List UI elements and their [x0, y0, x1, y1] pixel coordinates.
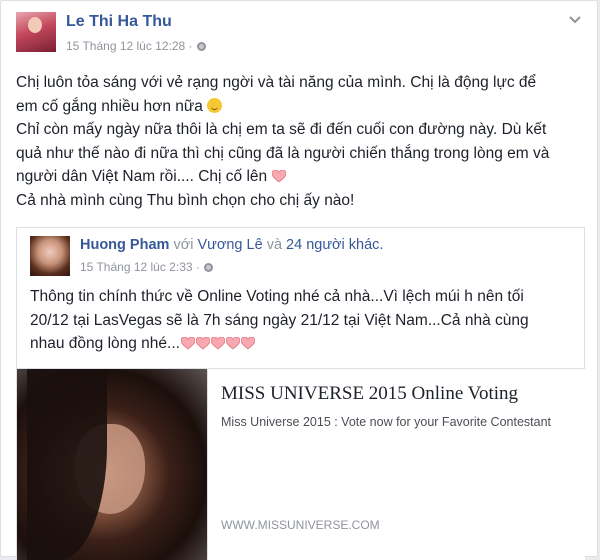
link-title[interactable]: MISS UNIVERSE 2015 Online Voting [221, 383, 518, 405]
with-word: với [173, 237, 194, 253]
others-link[interactable]: 24 người khác. [286, 237, 383, 253]
tagged-person-link[interactable]: Vương Lê [197, 237, 262, 253]
post-line: quả như thế nào đi nữa thì chị cũng đã l… [16, 144, 550, 162]
feed-post: Le Thi Ha Thu 15 Tháng 12 lúc 12:28 · Ch… [0, 0, 598, 560]
shared-timestamp[interactable]: 15 Tháng 12 lúc 2:33 · [80, 260, 213, 274]
author-name[interactable]: Le Thi Ha Thu [66, 13, 172, 31]
post-line: Cả nhà mình cùng Thu bình chọn cho chị ấ… [16, 191, 355, 209]
shared-line: nhau đồng lòng nhé... [30, 332, 575, 356]
chevron-down-icon[interactable] [569, 15, 583, 25]
author-avatar[interactable] [16, 12, 56, 52]
post-timestamp[interactable]: 15 Tháng 12 lúc 12:28 · [66, 39, 206, 53]
heart-emoji-icon [225, 337, 240, 350]
shared-author-name[interactable]: Huong Pham [80, 237, 169, 253]
heart-emoji-icon [210, 337, 225, 350]
post-body: Chị luôn tỏa sáng với vẻ rạng ngời và tà… [16, 71, 586, 212]
post-line: em cố gắng nhiều hơn nữa [16, 95, 586, 119]
link-preview-card[interactable]: MISS UNIVERSE 2015 Online Voting Miss Un… [17, 368, 585, 560]
heart-emoji-icon [272, 170, 287, 183]
hearts-emoji-row [180, 335, 255, 352]
timestamp-text[interactable]: 15 Tháng 12 lúc 12:28 · [66, 39, 193, 53]
shared-timestamp-text[interactable]: 15 Tháng 12 lúc 2:33 · [80, 260, 200, 274]
post-line: Chị luôn tỏa sáng với vẻ rạng ngời và tà… [16, 74, 537, 91]
link-description: Miss Universe 2015 : Vote now for your F… [221, 415, 552, 429]
heart-emoji-icon [195, 337, 210, 350]
link-preview-image[interactable] [17, 369, 207, 560]
post-line: người dân Việt Nam rồi.... Chị cố lên [16, 165, 586, 189]
shared-line: Thông tin chính thức về Online Voting nh… [30, 288, 524, 305]
heart-emoji-icon [240, 337, 255, 350]
heart-emoji-icon [180, 337, 195, 350]
shared-author-line: Huong Pham với Vương Lê và 24 người khác… [80, 237, 383, 253]
link-domain: WWW.MISSUNIVERSE.COM [221, 518, 380, 532]
post-line: Chỉ còn mấy ngày nữa thôi là chị em ta s… [16, 121, 547, 138]
shared-author-avatar[interactable] [30, 236, 70, 276]
globe-icon [203, 263, 213, 272]
shared-post-body: Thông tin chính thức về Online Voting nh… [30, 285, 575, 356]
globe-icon [196, 42, 206, 51]
shared-post[interactable]: Huong Pham với Vương Lê và 24 người khác… [16, 227, 585, 560]
link-preview-text[interactable]: MISS UNIVERSE 2015 Online Voting Miss Un… [207, 369, 585, 560]
and-word: và [266, 237, 283, 253]
shared-line: 20/12 tại LasVegas sẽ là 7h sáng ngày 21… [30, 311, 529, 329]
smile-emoji-icon [207, 97, 223, 113]
